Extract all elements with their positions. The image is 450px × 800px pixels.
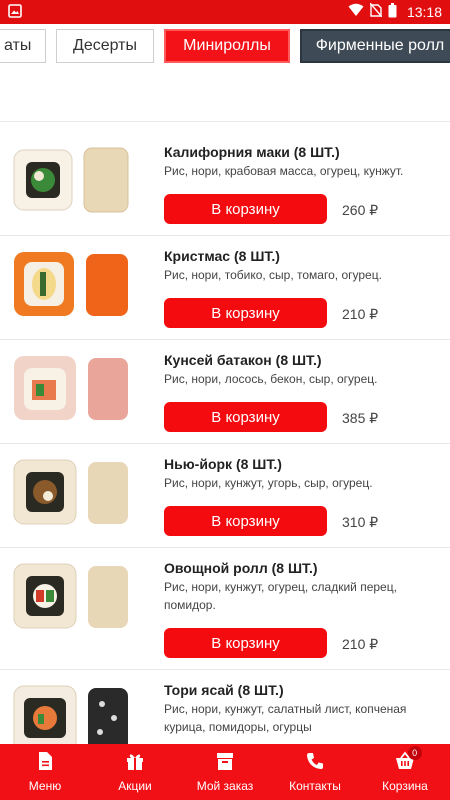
- product-price: 385 ₽: [342, 410, 379, 426]
- list-item: Овощной ролл (8 ШТ.) Рис, нори, кунжут, …: [0, 548, 450, 670]
- product-image[interactable]: [12, 250, 130, 320]
- add-to-cart-button[interactable]: В корзину: [164, 402, 327, 432]
- nav-promotions-label: Акции: [118, 779, 152, 793]
- product-price: 210 ₽: [342, 306, 379, 322]
- product-image[interactable]: [12, 562, 130, 632]
- list-item: Нью-йорк (8 ШТ.) Рис, нори, кунжут, угор…: [0, 444, 450, 548]
- cart-count-badge: 0: [407, 746, 422, 760]
- product-description: Рис, нори, кунжут, салатный лист, копчен…: [164, 702, 407, 734]
- product-price: 210 ₽: [342, 636, 379, 652]
- product-name: Калифорния маки (8 ШТ.): [164, 144, 340, 160]
- product-description: Рис, нори, кунжут, угорь, сыр, огурец.: [164, 476, 373, 490]
- product-description: Рис, нори, крабовая масса, огурец, кунжу…: [164, 164, 404, 178]
- product-name: Кристмас (8 ШТ.): [164, 248, 280, 264]
- list-item: Тори ясай (8 ШТ.) Рис, нори, кунжут, сал…: [0, 670, 450, 755]
- list-item: Кристмас (8 ШТ.) Рис, нори, тобико, сыр,…: [0, 236, 450, 340]
- product-image[interactable]: [12, 458, 130, 528]
- battery-icon: [388, 2, 397, 22]
- product-image[interactable]: [12, 354, 130, 424]
- image-icon: [8, 3, 22, 22]
- nav-contacts-label: Контакты: [289, 779, 341, 793]
- nav-menu[interactable]: Меню: [0, 744, 90, 800]
- product-list: Калифорния маки (8 ШТ.) Рис, нори, крабо…: [0, 122, 450, 755]
- no-sim-icon: [369, 2, 383, 21]
- product-description: Рис, нори, тобико, сыр, томаго, огурец.: [164, 268, 382, 282]
- tab-desserts[interactable]: Десерты: [56, 29, 154, 63]
- nav-cart[interactable]: 0 Корзина: [360, 744, 450, 800]
- document-icon: [35, 751, 55, 775]
- product-description: Рис, нори, кунжут, огурец, сладкий перец…: [164, 580, 397, 612]
- nav-contacts[interactable]: Контакты: [270, 744, 360, 800]
- tab-minirolls[interactable]: Минироллы: [164, 29, 290, 63]
- product-price: 260 ₽: [342, 202, 379, 218]
- product-image[interactable]: [12, 146, 130, 216]
- wifi-icon: [348, 3, 364, 21]
- tab-category-0[interactable]: аты: [0, 29, 46, 63]
- nav-my-order[interactable]: Мой заказ: [180, 744, 270, 800]
- add-to-cart-button[interactable]: В корзину: [164, 298, 327, 328]
- product-name: Кунсей батакон (8 ШТ.): [164, 352, 322, 368]
- nav-cart-label: Корзина: [382, 779, 428, 793]
- list-item: Кунсей батакон (8 ШТ.) Рис, нори, лосось…: [0, 340, 450, 444]
- archive-icon: [215, 751, 235, 775]
- product-name: Овощной ролл (8 ШТ.): [164, 560, 318, 576]
- tab-signature-rolls[interactable]: Фирменные ролл: [300, 29, 450, 63]
- add-to-cart-button[interactable]: В корзину: [164, 194, 327, 224]
- bottom-nav: Меню Акции Мой заказ Контакты 0 Корзина: [0, 744, 450, 800]
- nav-menu-label: Меню: [28, 779, 62, 793]
- add-to-cart-button[interactable]: В корзину: [164, 628, 327, 658]
- product-name: Нью-йорк (8 ШТ.): [164, 456, 282, 472]
- product-description: Рис, нори, лосось, бекон, сыр, огурец.: [164, 372, 378, 386]
- nav-promotions[interactable]: Акции: [90, 744, 180, 800]
- product-price: 310 ₽: [342, 514, 379, 530]
- product-name: Тори ясай (8 ШТ.): [164, 682, 284, 698]
- nav-my-order-label: Мой заказ: [196, 779, 254, 793]
- category-tabs: аты Десерты Минироллы Фирменные ролл: [0, 28, 450, 64]
- add-to-cart-button[interactable]: В корзину: [164, 506, 327, 536]
- gift-icon: [125, 751, 145, 775]
- status-bar: 13:18: [0, 0, 450, 24]
- status-time: 13:18: [406, 4, 442, 20]
- list-item: Калифорния маки (8 ШТ.) Рис, нори, крабо…: [0, 122, 450, 236]
- phone-icon: [305, 751, 325, 775]
